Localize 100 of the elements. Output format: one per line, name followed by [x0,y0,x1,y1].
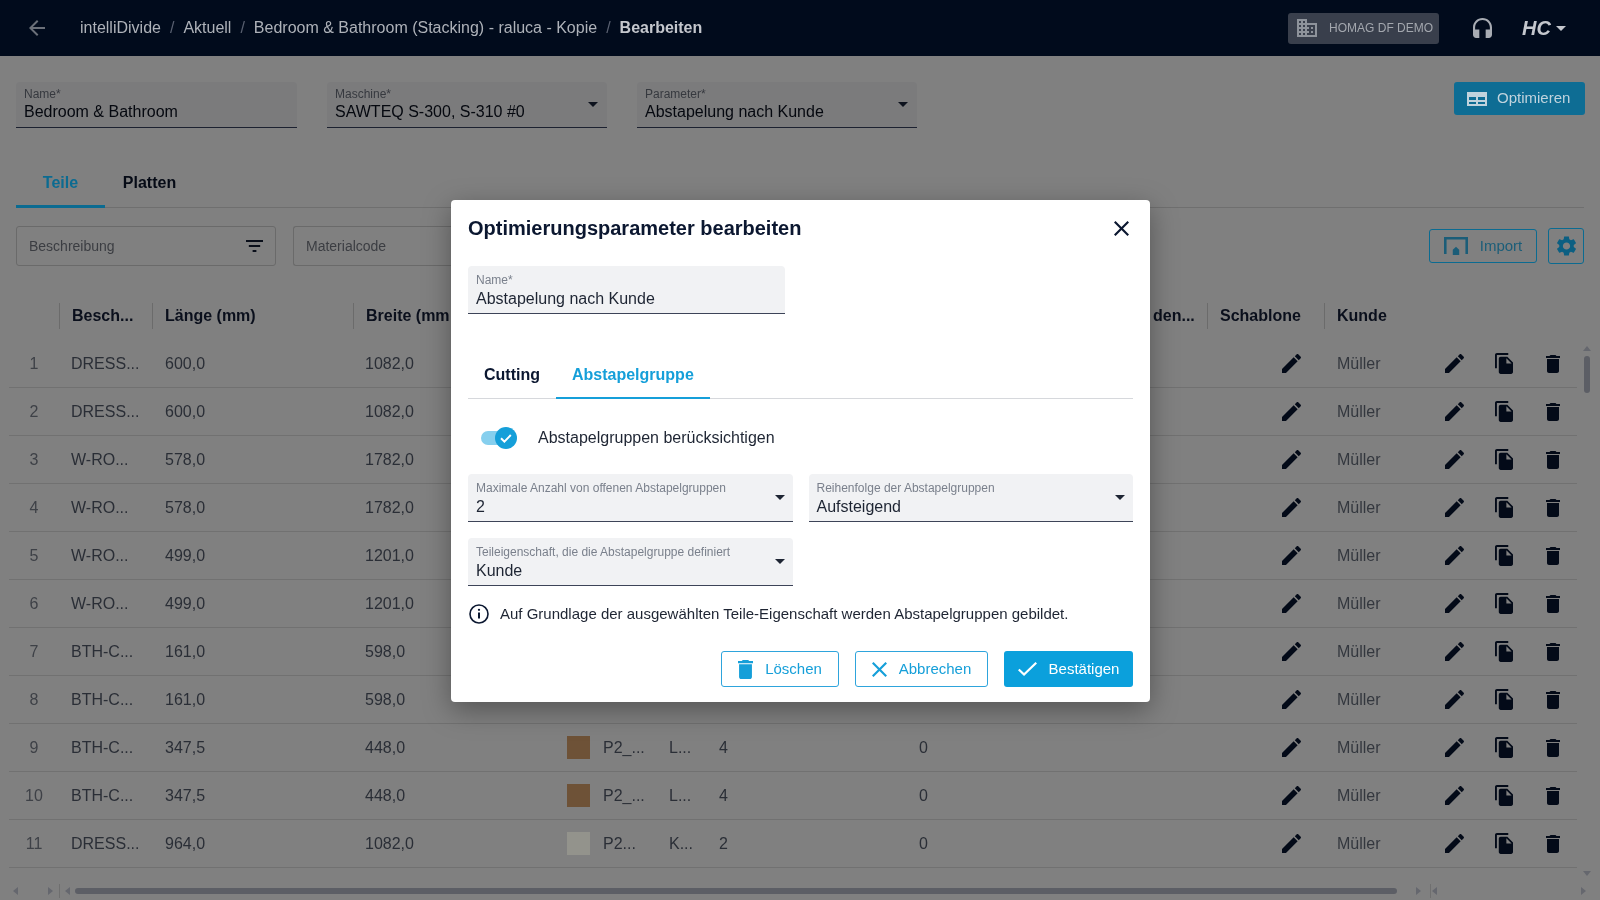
table-cell-text: Müller [1337,785,1381,806]
close-icon[interactable] [1114,220,1129,236]
copy-icon[interactable] [1494,737,1513,758]
text-field[interactable]: Name* Abstapelung nach Kunde [468,266,785,314]
trash-icon[interactable] [1545,594,1560,613]
copy-icon[interactable] [1494,689,1513,710]
delete-button[interactable]: Löschen [721,651,839,687]
trash-icon[interactable] [1545,402,1560,421]
user-menu-button[interactable]: HC [1522,13,1566,43]
text-field[interactable]: Beschreibung [16,226,276,266]
pencil-icon[interactable] [1445,546,1464,565]
row-number: 11 [25,833,43,854]
pencil-icon[interactable] [1445,354,1464,373]
workspace-button[interactable]: HOMAG DF DEMO [1288,12,1440,44]
copy-icon[interactable] [1494,401,1513,422]
copy-icon[interactable] [1494,641,1513,662]
copy-icon[interactable] [1494,353,1513,374]
table-cell-text: 964,0 [165,833,206,854]
pencil-icon[interactable] [1445,690,1464,709]
optimize-button[interactable]: Optimieren [1454,82,1585,115]
copy-icon[interactable] [1494,833,1513,854]
tab[interactable]: Platten [105,160,194,208]
filter-icon[interactable] [246,240,263,252]
select-field[interactable]: Maschine* SAWTEQ S-300, S-310 #0 [327,82,607,128]
headset-icon[interactable] [1473,18,1493,38]
pencil-icon[interactable] [1445,402,1464,421]
trash-icon[interactable] [1545,354,1560,373]
text-field[interactable]: Materialcode [293,226,451,266]
pencil-icon[interactable] [1445,642,1464,661]
trash-icon[interactable] [1545,690,1560,709]
pencil-icon[interactable] [1282,786,1301,805]
table-cell-text: 161,0 [165,641,206,662]
trash-icon[interactable] [1545,738,1560,757]
pencil-icon[interactable] [1282,738,1301,757]
table-cell-text: Müller [1337,401,1381,422]
caret-icon [774,559,785,564]
back-arrow-icon[interactable] [29,20,45,36]
tab[interactable]: Abstapelgruppe [556,352,710,399]
trash-icon[interactable] [1545,546,1560,565]
pencil-icon[interactable] [1282,594,1301,613]
breadcrumb-separator: / [169,18,175,38]
table-cell-text: 0 [919,737,928,758]
pencil-icon[interactable] [1282,834,1301,853]
table-cell-text: 448,0 [365,737,406,758]
copy-icon[interactable] [1494,593,1513,614]
pencil-icon[interactable] [1445,834,1464,853]
trash-icon[interactable] [1545,834,1560,853]
breadcrumb-link[interactable]: Bedroom & Bathroom (Stacking) - raluca - Kopie [253,16,598,40]
confirm-button[interactable]: Bestätigen [1004,651,1133,687]
table-cell-text: 1201,0 [365,545,414,566]
trash-icon[interactable] [1545,450,1560,469]
pencil-icon[interactable] [1282,642,1301,661]
pencil-icon[interactable] [1282,402,1301,421]
scrollbar-thumb[interactable] [75,888,1397,894]
trash-icon[interactable] [1545,786,1560,805]
pencil-icon[interactable] [1445,594,1464,613]
breadcrumb-link[interactable]: Aktuell [183,16,232,40]
copy-icon[interactable] [1494,785,1513,806]
row-number: 5 [29,545,39,566]
pencil-icon[interactable] [1445,498,1464,517]
select-field[interactable]: Teileigenschaft, die die Abstapelgruppe definiert Kunde [468,538,793,586]
cancel-button[interactable]: Abbrechen [855,651,988,687]
select-field[interactable]: Reihenfolge der Abstapelgruppen Aufsteigend [808,474,1133,522]
pencil-icon[interactable] [1445,786,1464,805]
pencil-icon[interactable] [1445,450,1464,469]
tab[interactable]: Cutting [468,352,556,399]
pencil-icon[interactable] [1282,450,1301,469]
table-cell-text: BTH-C... [71,689,134,710]
table-cell-text: W-RO... [71,449,129,470]
select-field[interactable]: Maximale Anzahl von offenen Abstapelgruppen 2 [468,474,793,522]
settings-icon [1556,236,1576,256]
column-header: Schablone [1220,306,1301,326]
pencil-icon[interactable] [1445,738,1464,757]
table-cell-text: Müller [1337,737,1381,758]
table-cell-text: BTH-C... [71,641,134,662]
copy-icon[interactable] [1494,545,1513,566]
copy-icon[interactable] [1494,497,1513,518]
table-cell-text: 448,0 [365,785,406,806]
select-field[interactable]: Parameter* Abstapelung nach Kunde [637,82,917,128]
toggle-switch[interactable] [481,427,517,449]
pencil-icon[interactable] [1282,354,1301,373]
pencil-icon[interactable] [1282,690,1301,709]
table-cell-text: K... [669,833,693,854]
table-cell-text: 1201,0 [365,593,414,614]
trash-icon[interactable] [1545,498,1560,517]
table-cell-text: 347,5 [165,737,206,758]
column-header: den... [1153,306,1195,326]
table-cell-text: Müller [1337,449,1381,470]
pencil-icon[interactable] [1282,546,1301,565]
trash-icon[interactable] [1545,642,1560,661]
table-cell-text: W-RO... [71,545,129,566]
caret-icon [588,102,598,107]
pencil-icon[interactable] [1282,498,1301,517]
breadcrumb-link[interactable]: intelliDivide [80,16,161,40]
table-cell-text: L... [669,737,692,758]
table-cell-text: P2_... [603,737,645,758]
copy-icon[interactable] [1494,449,1513,470]
scrollbar-thumb[interactable] [1584,356,1590,393]
table-cell-text: DRESS... [71,401,140,422]
text-field[interactable]: Name* Bedroom & Bathroom [16,82,297,128]
